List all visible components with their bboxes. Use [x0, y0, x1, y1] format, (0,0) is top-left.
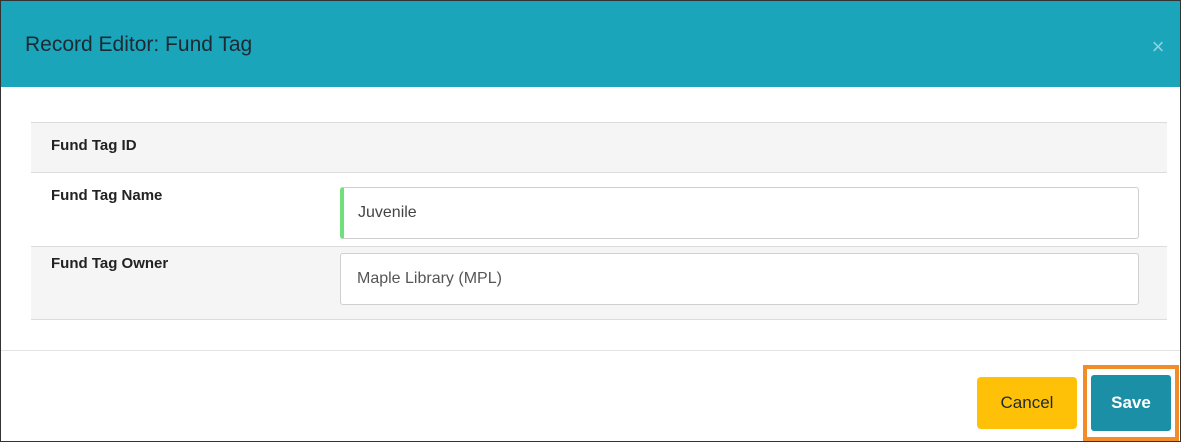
save-button[interactable]: Save	[1091, 375, 1171, 431]
dialog-body: Fund Tag ID Fund Tag Name Fund Tag Owner	[31, 122, 1167, 320]
close-icon[interactable]: ×	[1146, 35, 1170, 59]
fund-tag-id-row: Fund Tag ID	[31, 122, 1167, 172]
dialog-header: Record Editor: Fund Tag ×	[1, 1, 1180, 87]
cancel-button[interactable]: Cancel	[977, 377, 1077, 429]
fund-tag-name-row: Fund Tag Name	[31, 172, 1167, 246]
dialog-title: Record Editor: Fund Tag	[25, 33, 253, 56]
footer-divider	[1, 350, 1180, 351]
fund-tag-name-label: Fund Tag Name	[51, 187, 163, 204]
record-editor-dialog: Record Editor: Fund Tag × Fund Tag ID Fu…	[0, 0, 1181, 442]
fund-tag-owner-select[interactable]	[340, 253, 1139, 305]
fund-tag-id-label: Fund Tag ID	[51, 137, 137, 154]
fund-tag-owner-label: Fund Tag Owner	[51, 255, 169, 272]
fund-tag-owner-row: Fund Tag Owner	[31, 246, 1167, 320]
fund-tag-name-input[interactable]	[340, 187, 1139, 239]
